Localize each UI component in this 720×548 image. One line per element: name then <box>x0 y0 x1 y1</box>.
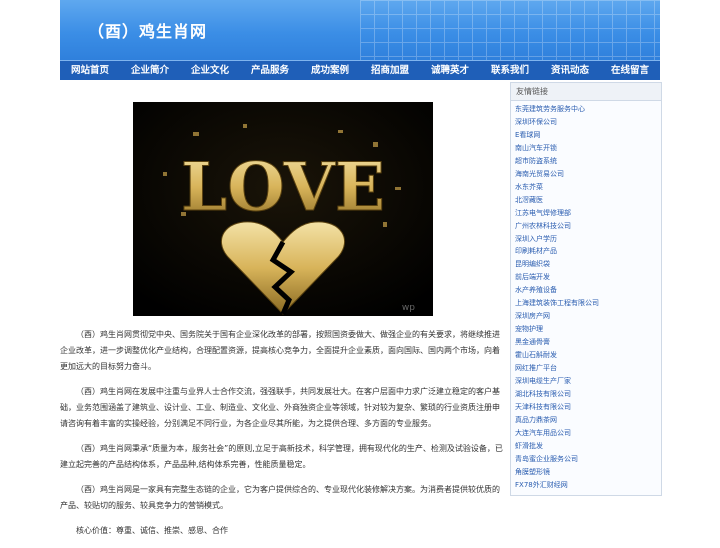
friend-link[interactable]: 霍山石斛耐发 <box>515 349 661 362</box>
friend-link[interactable]: 超市防盗系统 <box>515 155 661 168</box>
site-title[interactable]: （酉）鸡生肖网 <box>88 18 207 42</box>
friend-link[interactable]: 深圳入户学历 <box>515 233 661 246</box>
friend-link[interactable]: 深圳房产网 <box>515 310 661 323</box>
friend-links-panel: 友情链接 东莞建筑劳务服务中心 深圳环保公司 E看球网 南山汽车开锁 超市防盗系… <box>510 82 662 496</box>
friend-link[interactable]: 印刷耗材产品 <box>515 245 661 258</box>
nav-item-about[interactable]: 企业简介 <box>120 61 180 80</box>
nav-item-jobs[interactable]: 诚聘英才 <box>420 61 480 80</box>
article-paragraph: （酉）鸡生肖网是一家具有完整生态链的企业，它为客户提供综合的、专业现代化装修解决… <box>60 485 500 510</box>
love-word: LOVE <box>181 148 385 226</box>
nav-item-news[interactable]: 资讯动态 <box>540 61 600 80</box>
friend-links-list: 东莞建筑劳务服务中心 深圳环保公司 E看球网 南山汽车开锁 超市防盗系统 海南光… <box>511 101 661 492</box>
nav-item-message[interactable]: 在线留言 <box>600 61 660 80</box>
friend-link[interactable]: FX78外汇财经网 <box>515 479 661 492</box>
friend-link[interactable]: 东莞建筑劳务服务中心 <box>515 103 661 116</box>
friend-link[interactable]: 海南光贸易公司 <box>515 168 661 181</box>
nav-item-franchise[interactable]: 招商加盟 <box>360 61 420 80</box>
header-grid-decoration <box>360 0 660 60</box>
friend-link[interactable]: 黑金通骨膏 <box>515 336 661 349</box>
friend-link[interactable]: 深圳环保公司 <box>515 116 661 129</box>
friend-link[interactable]: 上海建筑装饰工程有限公司 <box>515 297 661 310</box>
banner-watermark: wp <box>402 303 415 313</box>
friend-link[interactable]: 江苏电气焊修理部 <box>515 207 661 220</box>
nav-item-products[interactable]: 产品服务 <box>240 61 300 80</box>
article-paragraph: （酉）鸡生肖网在发展中注重与业界人士合作交流，强强联手，共同发展壮大。在客户层面… <box>60 387 500 428</box>
friend-link[interactable]: 网红推广平台 <box>515 362 661 375</box>
friend-link[interactable]: 深圳电缆生产厂家 <box>515 375 661 388</box>
friend-link[interactable]: 真品力鼎茶网 <box>515 414 661 427</box>
friend-link[interactable]: E看球网 <box>515 129 661 142</box>
friend-link[interactable]: 大连汽车用品公司 <box>515 427 661 440</box>
love-banner-art: LOVE wp <box>133 102 433 316</box>
article-body: （酉）鸡生肖网贯彻党中央、国务院关于国有企业深化改革的部署，按照国资委做大、做强… <box>60 327 503 548</box>
nav-item-contact[interactable]: 联系我们 <box>480 61 540 80</box>
article-paragraph: （酉）鸡生肖网秉承“质量为本，服务社会”的原则,立足于高新技术，科学管理，拥有现… <box>60 444 503 469</box>
friend-link[interactable]: 广州农林科技公司 <box>515 220 661 233</box>
site-header: （酉）鸡生肖网 <box>60 0 660 60</box>
friend-link[interactable]: 宠物护理 <box>515 323 661 336</box>
friend-link[interactable]: 青岛蜜企业服务公司 <box>515 453 661 466</box>
main-nav: 网站首页 企业简介 企业文化 产品服务 成功案例 招商加盟 诚聘英才 联系我们 … <box>60 60 660 80</box>
core-values: 核心价值：尊重、诚信、推崇、感恩、合作 <box>76 526 228 535</box>
friend-link[interactable]: 天津科技有限公司 <box>515 401 661 414</box>
nav-item-home[interactable]: 网站首页 <box>60 61 120 80</box>
love-banner-image: LOVE wp <box>133 102 433 316</box>
friend-link[interactable]: 虾滑批发 <box>515 440 661 453</box>
nav-item-cases[interactable]: 成功案例 <box>300 61 360 80</box>
friend-link[interactable]: 北滘藏医 <box>515 194 661 207</box>
friend-link[interactable]: 昆明编织袋 <box>515 258 661 271</box>
friend-link[interactable]: 前后端开发 <box>515 271 661 284</box>
nav-item-culture[interactable]: 企业文化 <box>180 61 240 80</box>
friend-link[interactable]: 角膜塑形镜 <box>515 466 661 479</box>
friend-link[interactable]: 水产养殖设备 <box>515 284 661 297</box>
friend-link[interactable]: 水东芥菜 <box>515 181 661 194</box>
friend-link[interactable]: 南山汽车开锁 <box>515 142 661 155</box>
friend-links-title: 友情链接 <box>511 83 661 101</box>
friend-link[interactable]: 湖北科技有限公司 <box>515 388 661 401</box>
article-paragraph: （酉）鸡生肖网贯彻党中央、国务院关于国有企业深化改革的部署，按照国资委做大、做强… <box>60 330 500 371</box>
